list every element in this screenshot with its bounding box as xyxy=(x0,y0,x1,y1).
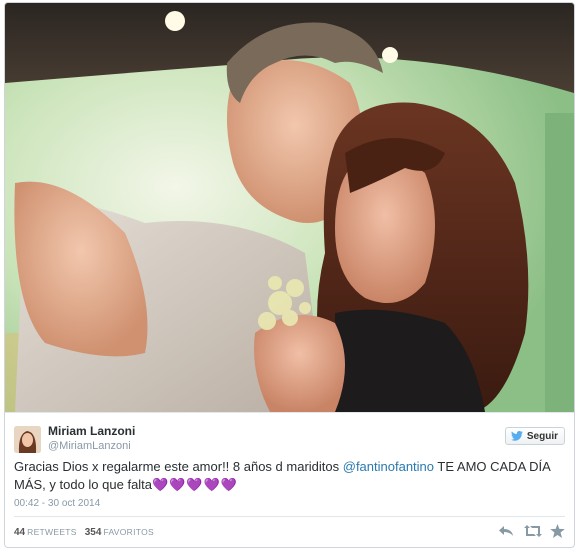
mention-link[interactable]: @fantinofantino xyxy=(343,459,434,474)
tweet-timestamp[interactable]: 00:42 - 30 oct 2014 xyxy=(14,498,100,509)
favorites-label[interactable]: FAVORITOS xyxy=(103,527,154,537)
author-name[interactable]: Miriam Lanzoni xyxy=(48,424,135,438)
retweet-icon[interactable] xyxy=(524,524,542,538)
tweet-actions xyxy=(498,524,566,538)
photo-image xyxy=(5,3,574,412)
follow-button[interactable]: Seguir xyxy=(504,427,565,445)
author-avatar[interactable] xyxy=(14,426,41,453)
tweet-text: Gracias Dios x regalarme este amor!! 8 a… xyxy=(14,458,554,494)
stats-divider xyxy=(14,516,565,517)
tweet-text-part1: Gracias Dios x regalarme este amor!! 8 a… xyxy=(14,459,343,474)
purple-heart-emojis: 💜💜💜💜💜 xyxy=(152,477,238,492)
tweet-photo[interactable] xyxy=(5,3,574,412)
tweet-card: Miriam Lanzoni @MiriamLanzoni Seguir Gra… xyxy=(4,2,575,548)
avatar-image xyxy=(14,426,41,453)
author-handle[interactable]: @MiriamLanzoni xyxy=(48,440,131,452)
retweets-count[interactable]: 44 xyxy=(14,527,25,538)
retweets-label[interactable]: RETWEETS xyxy=(27,527,77,537)
star-icon[interactable] xyxy=(550,524,566,538)
tweet-stats: 44 RETWEETS 354 FAVORITOS xyxy=(14,527,162,538)
tweet-meta: Miriam Lanzoni @MiriamLanzoni Seguir Gra… xyxy=(5,412,574,547)
twitter-bird-icon xyxy=(510,430,523,441)
reply-icon[interactable] xyxy=(498,524,514,538)
follow-button-label: Seguir xyxy=(526,430,558,442)
favorites-count[interactable]: 354 xyxy=(85,527,102,538)
